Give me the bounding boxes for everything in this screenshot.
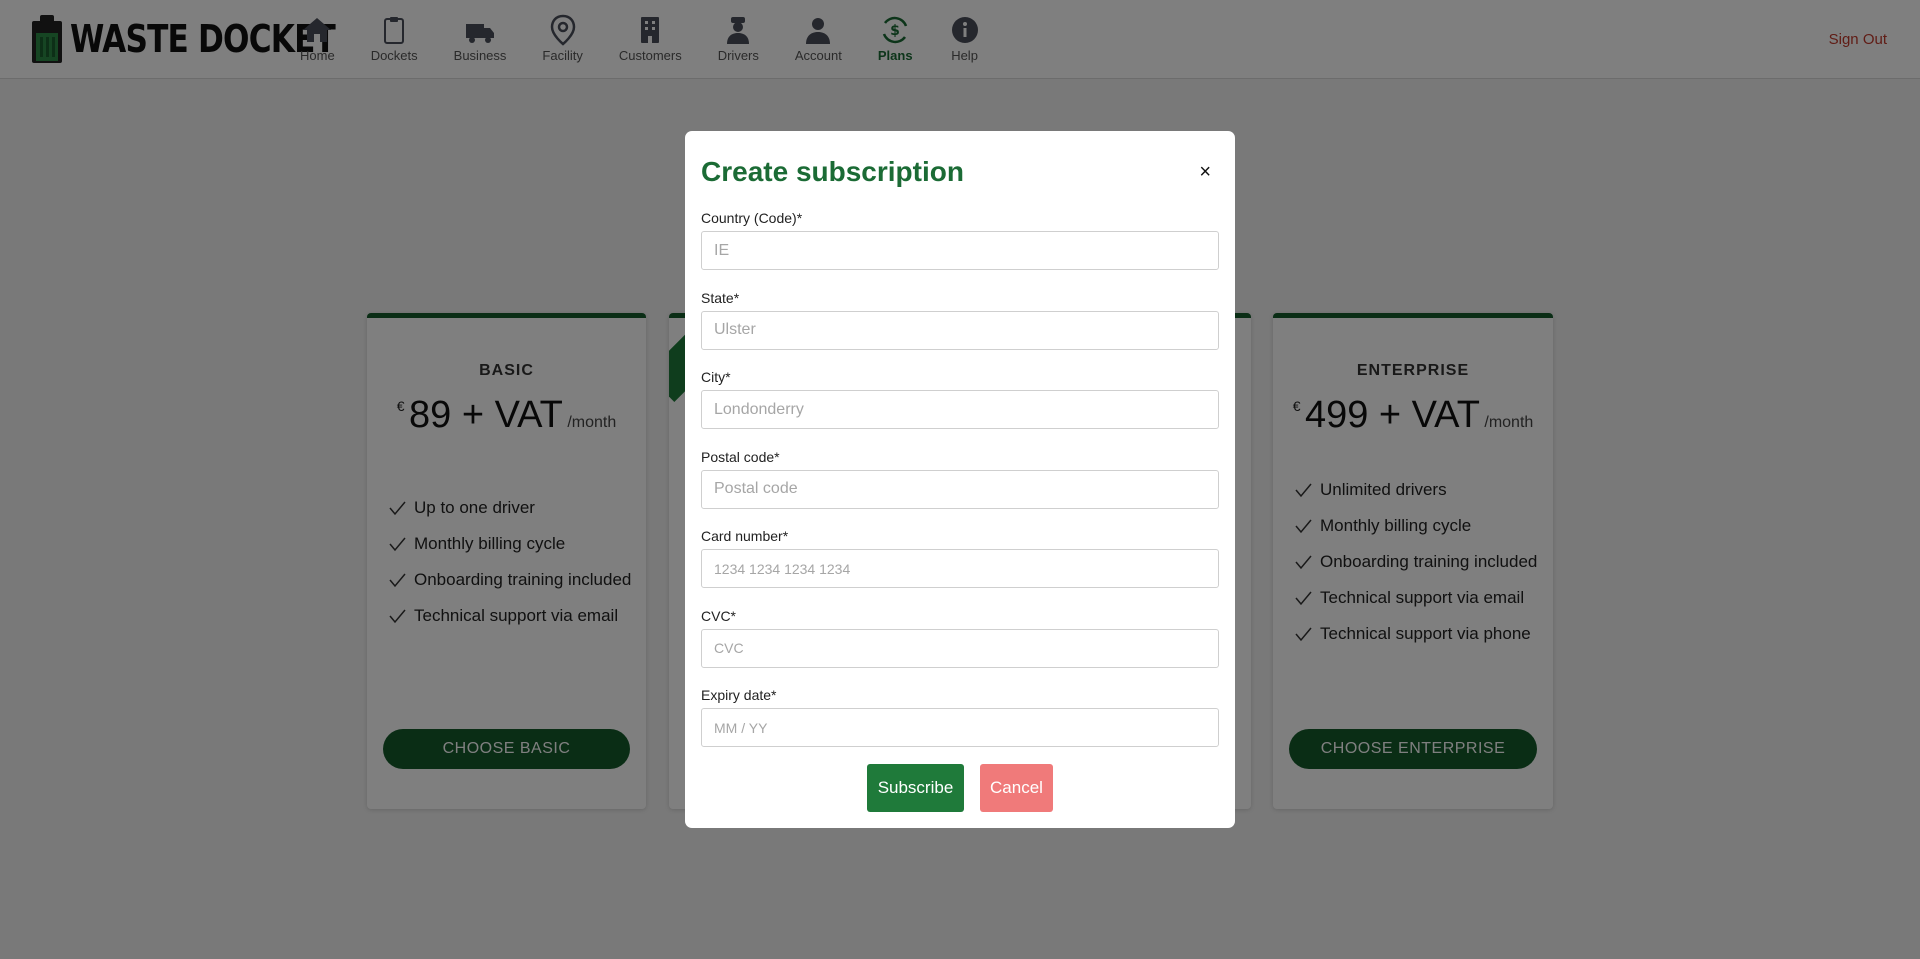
subscription-form: Country (Code)* State* City* Postal code… bbox=[701, 209, 1219, 766]
subscribe-button[interactable]: Subscribe bbox=[867, 764, 964, 812]
cvc-input[interactable] bbox=[701, 628, 1219, 668]
state-field: State* bbox=[701, 289, 1219, 369]
city-input[interactable] bbox=[701, 390, 1219, 429]
city-field: City* bbox=[701, 368, 1219, 448]
cvc-field: CVC* bbox=[701, 607, 1219, 687]
city-label: City* bbox=[701, 369, 731, 385]
postal-code-label: Postal code* bbox=[701, 448, 780, 465]
country-field: Country (Code)* bbox=[701, 209, 1219, 289]
close-icon[interactable]: × bbox=[1199, 161, 1211, 184]
expiry-date-input[interactable] bbox=[701, 708, 1219, 747]
country-label: Country (Code)* bbox=[701, 210, 803, 226]
create-subscription-modal: Create subscription × Country (Code)* St… bbox=[685, 131, 1235, 828]
expiry-date-field: Expiry date* bbox=[701, 686, 1219, 766]
expiry-date-label: Expiry date* bbox=[701, 687, 777, 703]
cancel-button[interactable]: Cancel bbox=[980, 764, 1053, 812]
card-number-label: Card number* bbox=[701, 528, 789, 544]
card-number-field: Card number* bbox=[701, 527, 1219, 607]
cvc-label: CVC* bbox=[701, 607, 737, 624]
postal-code-input[interactable] bbox=[701, 469, 1219, 509]
state-label: State* bbox=[701, 289, 740, 306]
modal-title: Create subscription bbox=[701, 156, 964, 187]
modal-actions: Subscribe Cancel bbox=[685, 764, 1235, 812]
postal-code-field: Postal code* bbox=[701, 448, 1219, 528]
card-number-input[interactable] bbox=[701, 549, 1219, 588]
state-input[interactable] bbox=[701, 310, 1219, 350]
country-input[interactable] bbox=[701, 231, 1219, 270]
